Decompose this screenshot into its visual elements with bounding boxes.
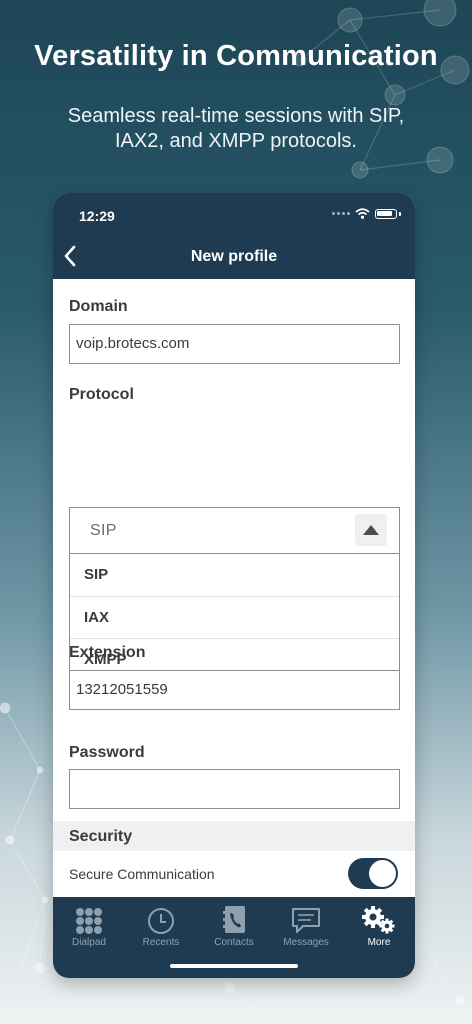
tab-dialpad[interactable]: Dialpad: [53, 897, 125, 948]
password-label: Password: [69, 744, 145, 761]
promo-headline: Versatility in Communication: [34, 40, 438, 72]
extension-field[interactable]: 13212051559: [69, 670, 400, 710]
domain-field[interactable]: voip.brotecs.com: [69, 324, 400, 364]
dialpad-icon: [76, 908, 102, 934]
top-bar: 12:29 New profile: [53, 193, 415, 279]
tab-contacts-label: Contacts: [214, 937, 254, 948]
battery-icon: [375, 208, 397, 219]
tab-recents[interactable]: Recents: [125, 897, 197, 948]
message-icon: [292, 908, 320, 933]
security-section-header: Security: [53, 821, 415, 851]
tab-more[interactable]: More: [343, 897, 415, 948]
signal-icon: [332, 212, 350, 215]
tab-more-label: More: [367, 937, 391, 948]
protocol-option-iax[interactable]: IAX: [70, 597, 399, 639]
protocol-selected-value: SIP: [90, 522, 117, 539]
secure-communication-toggle[interactable]: [348, 858, 398, 889]
tab-bar: Dialpad Recents Contacts Messages More: [53, 897, 415, 978]
secure-communication-label: Secure Communication: [69, 866, 215, 882]
tab-recents-label: Recents: [142, 937, 180, 948]
clock-icon: [148, 908, 174, 934]
password-field[interactable]: [69, 769, 400, 809]
status-time: 12:29: [79, 208, 115, 224]
tab-dialpad-label: Dialpad: [72, 937, 106, 948]
phone-screen: 12:29 New profile Domain voip.brotecs.co…: [53, 193, 415, 978]
tab-messages[interactable]: Messages: [270, 897, 342, 948]
protocol-select-head[interactable]: SIP: [70, 508, 399, 554]
wifi-icon: [355, 208, 370, 219]
status-icons: [332, 208, 401, 219]
page-title: New profile: [190, 248, 278, 265]
security-header-label: Security: [69, 828, 133, 845]
tab-messages-label: Messages: [283, 937, 329, 948]
domain-label: Domain: [69, 298, 128, 315]
protocol-option-sip[interactable]: SIP: [70, 554, 399, 597]
protocol-label: Protocol: [69, 386, 134, 403]
home-indicator[interactable]: [170, 964, 298, 968]
caret-up-icon[interactable]: [355, 514, 387, 546]
extension-label: Extension: [69, 644, 146, 661]
contacts-icon: [223, 906, 245, 933]
tab-contacts[interactable]: Contacts: [198, 897, 270, 948]
promo-subline: Seamless real-time sessions with SIP, IA…: [67, 105, 405, 152]
gears-icon: [362, 906, 395, 934]
protocol-dropdown[interactable]: SIP SIP IAX XMPP: [69, 507, 400, 697]
